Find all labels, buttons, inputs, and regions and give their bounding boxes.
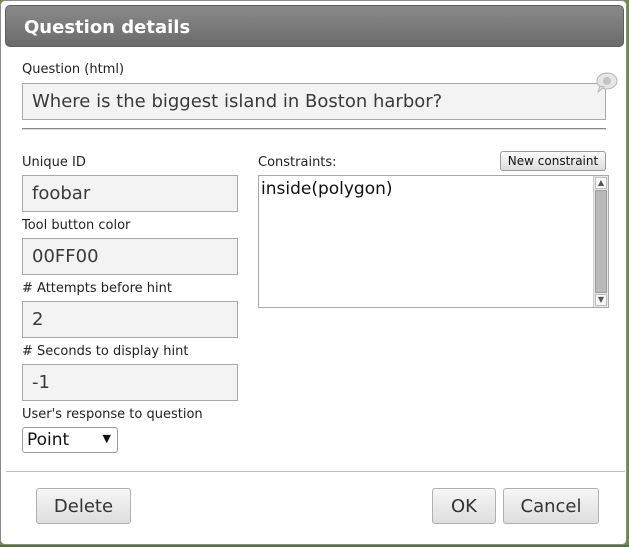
new-constraint-button[interactable]: New constraint: [500, 151, 606, 171]
question-input-value: Where is the biggest island in Boston ha…: [32, 91, 443, 112]
section-divider: [22, 128, 606, 130]
seconds-to-display-hint-label: # Seconds to display hint: [22, 344, 189, 359]
attempts-before-hint-label: # Attempts before hint: [22, 281, 172, 296]
ok-button[interactable]: OK: [432, 488, 496, 524]
question-label: Question (html): [22, 62, 125, 77]
tool-button-color-value: 00FF00: [32, 246, 99, 267]
tool-button-color-input[interactable]: 00FF00: [22, 238, 238, 275]
dialog-titlebar[interactable]: Question details: [5, 5, 624, 47]
unique-id-input[interactable]: foobar: [22, 175, 238, 212]
users-response-label: User's response to question: [22, 407, 203, 422]
unique-id-value: foobar: [32, 183, 91, 204]
attempts-before-hint-input[interactable]: 2: [22, 301, 238, 338]
constraints-textarea[interactable]: inside(polygon) ▲ ▼: [258, 175, 609, 308]
footer-divider: [6, 471, 625, 472]
scroll-down-icon[interactable]: ▼: [595, 294, 607, 306]
tool-button-color-label: Tool button color: [22, 218, 131, 233]
users-response-selected: Point: [27, 430, 70, 450]
caret-down-icon: ▼: [102, 432, 111, 445]
constraints-value: inside(polygon): [261, 179, 393, 199]
scroll-up-icon[interactable]: ▲: [595, 177, 607, 189]
unique-id-label: Unique ID: [22, 155, 86, 170]
scroll-thumb[interactable]: [595, 190, 607, 293]
seconds-to-display-hint-value: -1: [32, 372, 50, 393]
seconds-to-display-hint-input[interactable]: -1: [22, 364, 238, 401]
question-details-dialog: Question details Question (html) Where i…: [0, 0, 627, 545]
constraints-scrollbar[interactable]: ▲ ▼: [593, 176, 608, 307]
cancel-button[interactable]: Cancel: [503, 488, 599, 524]
constraints-label: Constraints:: [258, 155, 337, 170]
speech-bubble-icon[interactable]: [594, 72, 618, 94]
attempts-before-hint-value: 2: [32, 309, 44, 330]
dialog-title: Question details: [24, 17, 191, 38]
question-input[interactable]: Where is the biggest island in Boston ha…: [22, 83, 606, 120]
delete-button[interactable]: Delete: [36, 488, 131, 524]
users-response-select[interactable]: Point ▼: [22, 427, 118, 453]
